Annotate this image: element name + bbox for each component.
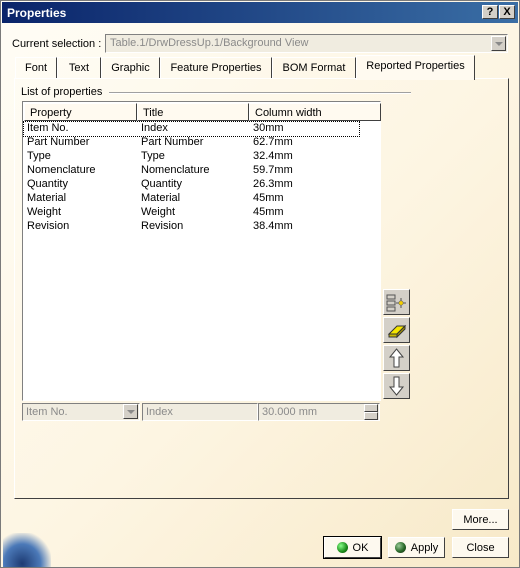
spin-up-icon[interactable] <box>364 404 378 412</box>
column-width-stepper[interactable]: 30.000 mm <box>258 403 380 421</box>
spin-buttons <box>364 404 378 420</box>
more-button[interactable]: More... <box>452 509 509 530</box>
tab-feature-properties[interactable]: Feature Properties <box>160 57 272 79</box>
add-property-button[interactable] <box>383 289 410 315</box>
cell-title: Quantity <box>141 178 182 190</box>
cell-width: 59.7mm <box>253 164 293 176</box>
ok-label: OK <box>352 542 369 554</box>
apply-status-icon <box>394 542 406 553</box>
cell-width: 45mm <box>253 206 284 218</box>
properties-list[interactable]: Property Title Column width Item No. Ind… <box>22 101 381 401</box>
cell-title: Material <box>141 192 181 204</box>
cell-width: 38.4mm <box>253 220 293 232</box>
column-header-property[interactable]: Property <box>24 103 137 121</box>
cell-property: Weight <box>27 206 62 218</box>
cell-width: 30mm <box>253 122 284 134</box>
group-divider <box>109 92 411 94</box>
cell-property: Part Number <box>27 136 90 148</box>
table-row[interactable]: Type Type 32.4mm <box>24 150 359 164</box>
cell-property: Item No. <box>27 122 69 134</box>
corner-decoration <box>3 533 51 567</box>
move-down-button[interactable] <box>383 373 410 399</box>
current-selection-label: Current selection : <box>12 38 102 50</box>
column-header-title[interactable]: Title <box>137 103 249 121</box>
column-width-value: 30.000 mm <box>262 406 318 418</box>
table-row[interactable]: Weight Weight 45mm <box>24 206 359 220</box>
table-row[interactable]: Quantity Quantity 26.3mm <box>24 178 359 192</box>
cell-title: Type <box>141 150 165 162</box>
title-field-value: Index <box>146 406 173 418</box>
cell-property: Type <box>27 150 51 162</box>
current-selection-combo[interactable]: Table.1/DrwDressUp.1/Background View <box>105 34 508 53</box>
table-row[interactable]: Material Material 45mm <box>24 192 359 206</box>
list-of-properties-label: List of properties <box>21 86 103 98</box>
tab-text[interactable]: Text <box>57 57 101 79</box>
erase-property-button[interactable] <box>383 317 410 343</box>
window-title: Properties <box>7 6 67 20</box>
down-arrow-icon <box>388 376 405 396</box>
table-row[interactable]: Nomenclature Nomenclature 59.7mm <box>24 164 359 178</box>
cell-property: Nomenclature <box>27 164 96 176</box>
cell-width: 45mm <box>253 192 284 204</box>
cell-title: Index <box>141 122 168 134</box>
cell-property: Quantity <box>27 178 68 190</box>
apply-label: Apply <box>410 542 439 554</box>
apply-button[interactable]: Apply <box>388 537 445 558</box>
cell-width: 32.4mm <box>253 150 293 162</box>
tab-graphic[interactable]: Graphic <box>101 57 160 79</box>
add-property-icon <box>386 294 406 312</box>
cell-width: 62.7mm <box>253 136 293 148</box>
cell-title: Revision <box>141 220 184 232</box>
cell-width: 26.3mm <box>253 178 293 190</box>
property-select-value: Item No. <box>26 406 68 418</box>
cell-title: Part Number <box>141 136 204 148</box>
spin-down-icon[interactable] <box>364 412 378 420</box>
cell-property: Material <box>27 192 67 204</box>
properties-dialog: Properties ? X Current selection : Table… <box>0 0 520 568</box>
close-window-button[interactable]: X <box>499 5 515 19</box>
property-select[interactable]: Item No. <box>22 403 140 421</box>
chevron-down-icon[interactable] <box>123 404 138 419</box>
tab-reported-properties[interactable]: Reported Properties <box>356 55 475 80</box>
tab-bom-format[interactable]: BOM Format <box>272 57 356 79</box>
ok-status-icon <box>336 542 348 553</box>
table-row[interactable]: Revision Revision 38.4mm <box>24 220 359 234</box>
table-row[interactable]: Item No. Index 30mm <box>23 121 360 137</box>
tab-font[interactable]: Font <box>15 57 57 79</box>
move-up-button[interactable] <box>383 345 410 371</box>
column-header-column-width[interactable]: Column width <box>249 103 381 121</box>
table-row[interactable]: Part Number Part Number 62.7mm <box>24 136 359 150</box>
cell-title: Weight <box>141 206 176 218</box>
close-button[interactable]: Close <box>452 537 509 558</box>
title-bar: Properties ? X <box>2 2 518 23</box>
cell-property: Revision <box>27 220 70 232</box>
chevron-down-icon[interactable] <box>491 36 506 51</box>
cell-title: Nomenclature <box>141 164 210 176</box>
current-selection-value: Table.1/DrwDressUp.1/Background View <box>110 37 309 49</box>
help-button[interactable]: ? <box>482 5 498 19</box>
eraser-icon <box>387 324 407 339</box>
up-arrow-icon <box>388 348 405 368</box>
ok-button[interactable]: OK <box>323 536 382 559</box>
title-field[interactable]: Index <box>142 403 258 421</box>
